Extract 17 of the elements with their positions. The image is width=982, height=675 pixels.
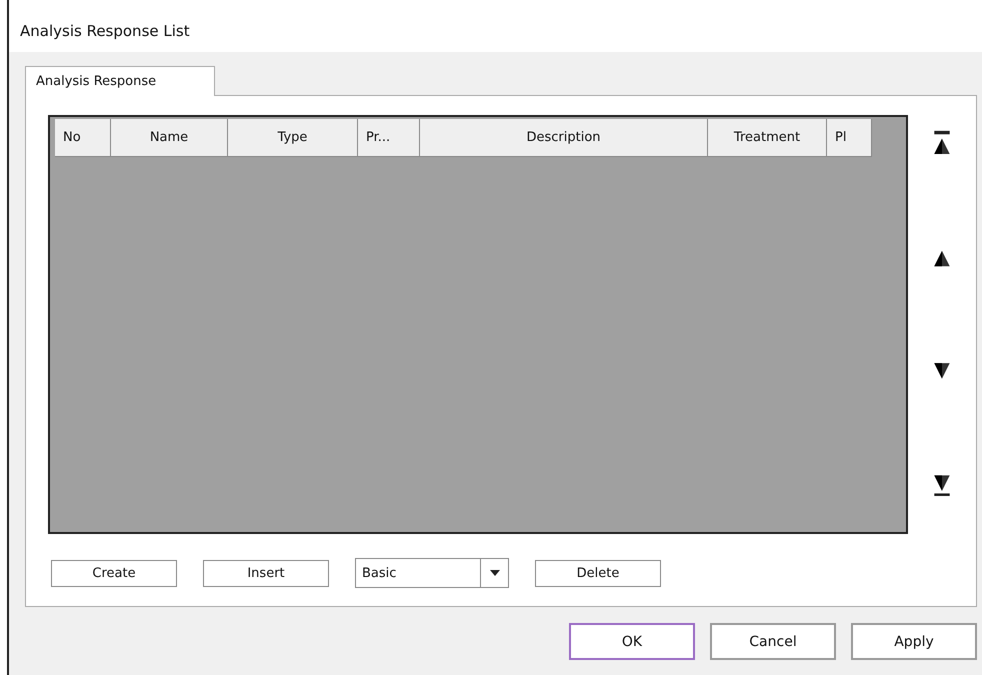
column-header[interactable]: Description — [420, 119, 708, 157]
column-header[interactable]: Pr... — [358, 119, 420, 157]
window-title: Analysis Response List — [19, 21, 191, 42]
action-button[interactable]: Delete — [535, 560, 661, 587]
dialog-button[interactable]: Apply — [851, 623, 977, 660]
dialog-button[interactable]: OK — [569, 623, 695, 660]
column-header[interactable]: Pl — [827, 119, 872, 157]
type-dropdown[interactable]: Basic — [355, 558, 509, 588]
action-button[interactable]: Insert — [203, 560, 329, 587]
column-header[interactable]: Name — [111, 119, 228, 157]
dialog-button[interactable]: Cancel — [710, 623, 836, 660]
caret-icon — [490, 570, 500, 576]
column-header[interactable]: Treatment — [708, 119, 827, 157]
tab[interactable]: Analysis Response — [25, 66, 215, 96]
column-header[interactable]: No — [55, 119, 111, 157]
column-header[interactable]: Type — [228, 119, 358, 157]
action-button[interactable]: Create — [51, 560, 177, 587]
